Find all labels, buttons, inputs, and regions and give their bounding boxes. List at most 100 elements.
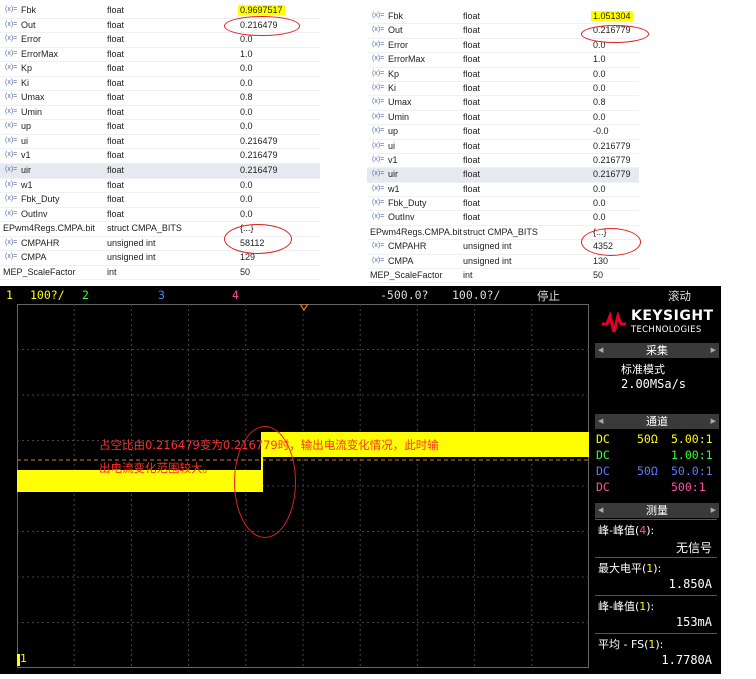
variable-row[interactable]: (x)= Umin float 0.0: [0, 106, 320, 121]
run-state[interactable]: 停止: [537, 288, 560, 304]
variable-row[interactable]: (x)= Fbk_Duty float 0.0: [0, 193, 320, 208]
variable-row[interactable]: (x)= v1 float 0.216779: [367, 154, 639, 169]
channel-probe-ratio[interactable]: 1.00:1: [671, 448, 713, 462]
variable-icon: (x)=: [5, 253, 18, 261]
variable-value[interactable]: 0.0: [591, 184, 608, 194]
measurement-item[interactable]: 最大电平(1): 1.850A: [595, 557, 717, 594]
variable-icon: (x)=: [372, 184, 385, 192]
variable-value[interactable]: 0.0: [591, 212, 608, 222]
channel-probe-ratio[interactable]: 5.00:1: [671, 432, 713, 446]
variable-row[interactable]: (x)= Ki float 0.0: [367, 82, 639, 97]
variable-row[interactable]: (x)= OutInv float 0.0: [0, 208, 320, 223]
variable-type: unsigned int: [107, 237, 156, 248]
variable-value[interactable]: 0.8: [238, 92, 255, 102]
variable-name: CMPA: [388, 255, 414, 266]
ch2-number[interactable]: 2: [82, 288, 89, 302]
ch4-number[interactable]: 4: [232, 288, 239, 302]
variable-value[interactable]: 0.0: [238, 194, 255, 204]
variable-icon: (x)=: [372, 83, 385, 91]
variable-value[interactable]: 0.0: [591, 69, 608, 79]
variable-value[interactable]: 1.0: [238, 49, 255, 59]
variable-value[interactable]: 0.0: [238, 121, 255, 131]
variable-row[interactable]: (x)= v1 float 0.216479: [0, 149, 320, 165]
variable-row[interactable]: (x)= Fbk float 1.051304: [367, 10, 639, 25]
variable-icon: (x)=: [5, 122, 18, 130]
ch3-number[interactable]: 3: [158, 288, 165, 302]
variable-value[interactable]: 0.216479: [238, 165, 280, 175]
variable-value[interactable]: 0.216479: [238, 150, 280, 160]
time-offset[interactable]: -500.0?: [380, 288, 428, 302]
variable-row[interactable]: (x)= Ki float 0.0: [0, 77, 320, 92]
variable-value[interactable]: 0.216779: [591, 141, 633, 151]
variable-icon: (x)=: [372, 170, 385, 178]
channel-coupling[interactable]: DC: [596, 480, 610, 494]
variable-row[interactable]: (x)= uir float 0.216779: [367, 168, 639, 183]
variable-icon: (x)=: [372, 155, 385, 163]
variable-row[interactable]: (x)= ErrorMax float 1.0: [367, 53, 639, 68]
variable-row[interactable]: MEP_ScaleFactor int 50: [367, 269, 639, 284]
variable-value[interactable]: 130: [591, 256, 610, 266]
variable-row[interactable]: (x)= ui float 0.216479: [0, 135, 320, 150]
variable-value[interactable]: 0.0: [238, 63, 255, 73]
ch1-scale[interactable]: 100?/: [30, 288, 65, 302]
variable-name: EPwm4Regs.CMPA.bit: [3, 223, 95, 234]
variable-type: float: [463, 212, 481, 223]
variable-value[interactable]: 0.0: [238, 78, 255, 88]
channel-header[interactable]: ◀ 通道 ▶: [595, 414, 719, 429]
variable-value[interactable]: -0.0: [591, 126, 611, 136]
variable-row[interactable]: (x)= up float 0.0: [0, 120, 320, 135]
variable-icon: (x)=: [372, 112, 385, 120]
variable-value[interactable]: 50: [238, 267, 252, 277]
variable-row[interactable]: (x)= Kp float 0.0: [367, 68, 639, 82]
variable-value[interactable]: 0.0: [238, 209, 255, 219]
variable-value[interactable]: 0.216779: [591, 155, 633, 165]
measurement-item[interactable]: 峰-峰值(4): 无信号: [595, 519, 717, 556]
variable-name: w1: [21, 179, 33, 190]
variable-row[interactable]: (x)= Umax float 0.8: [367, 96, 639, 111]
variable-row[interactable]: (x)= CMPA unsigned int 130: [367, 255, 639, 270]
variable-row[interactable]: (x)= uir float 0.216479: [0, 164, 320, 179]
variable-value[interactable]: 0.8: [591, 97, 608, 107]
variable-row[interactable]: (x)= ErrorMax float 1.0: [0, 48, 320, 63]
variable-value[interactable]: 50: [591, 270, 605, 280]
measurement-item[interactable]: 峰-峰值(1): 153mA: [595, 595, 717, 632]
variable-value[interactable]: 0.9697517: [238, 5, 285, 15]
variable-name: Ki: [388, 82, 397, 93]
variable-value[interactable]: 0.216479: [238, 136, 280, 146]
variable-row[interactable]: (x)= Umax float 0.8: [0, 91, 320, 106]
measure-header[interactable]: ◀ 测量 ▶: [595, 503, 719, 518]
variable-row[interactable]: (x)= OutInv float 0.0: [367, 211, 639, 226]
channel-impedance[interactable]: 50Ω: [637, 464, 658, 478]
channel-coupling[interactable]: DC: [596, 464, 610, 478]
variable-row[interactable]: (x)= w1 float 0.0: [0, 179, 320, 194]
variable-row[interactable]: (x)= ui float 0.216779: [367, 140, 639, 154]
variable-value[interactable]: 0.0: [591, 112, 608, 122]
variable-value[interactable]: 0.0: [238, 107, 255, 117]
variable-type: unsigned int: [463, 255, 512, 266]
channel-impedance[interactable]: 50Ω: [637, 432, 658, 446]
variable-value[interactable]: 0.0: [591, 198, 608, 208]
measurement-item[interactable]: 平均 - FS(1): 1.7780A: [595, 633, 717, 670]
channel-probe-ratio[interactable]: 50.0:1: [671, 464, 713, 478]
variable-row[interactable]: (x)= Fbk_Duty float 0.0: [367, 197, 639, 212]
variable-row[interactable]: (x)= Umin float 0.0: [367, 111, 639, 126]
acquire-header[interactable]: ◀ 采集 ▶: [595, 343, 719, 358]
variable-value[interactable]: 0.216779: [591, 169, 633, 179]
channel-probe-ratio[interactable]: 500:1: [671, 480, 706, 494]
variable-row[interactable]: MEP_ScaleFactor int 50: [0, 266, 320, 281]
variable-row[interactable]: (x)= Kp float 0.0: [0, 62, 320, 77]
variable-value[interactable]: 1.051304: [591, 11, 633, 21]
variable-row[interactable]: (x)= w1 float 0.0: [367, 183, 639, 198]
variable-row[interactable]: (x)= CMPA unsigned int 129: [0, 251, 320, 266]
variable-name: CMPA: [21, 252, 47, 263]
ch1-number[interactable]: 1: [6, 288, 13, 302]
channel-coupling[interactable]: DC: [596, 448, 610, 462]
variable-row[interactable]: (x)= up float -0.0: [367, 125, 639, 140]
variable-value[interactable]: 1.0: [591, 54, 608, 64]
acquire-mode[interactable]: 滚动: [668, 288, 691, 304]
channel-coupling[interactable]: DC: [596, 432, 610, 446]
variable-value[interactable]: 0.0: [238, 180, 255, 190]
time-scale[interactable]: 100.0?/: [452, 288, 500, 302]
variable-icon: (x)=: [5, 6, 18, 13]
variable-value[interactable]: 0.0: [591, 83, 608, 93]
